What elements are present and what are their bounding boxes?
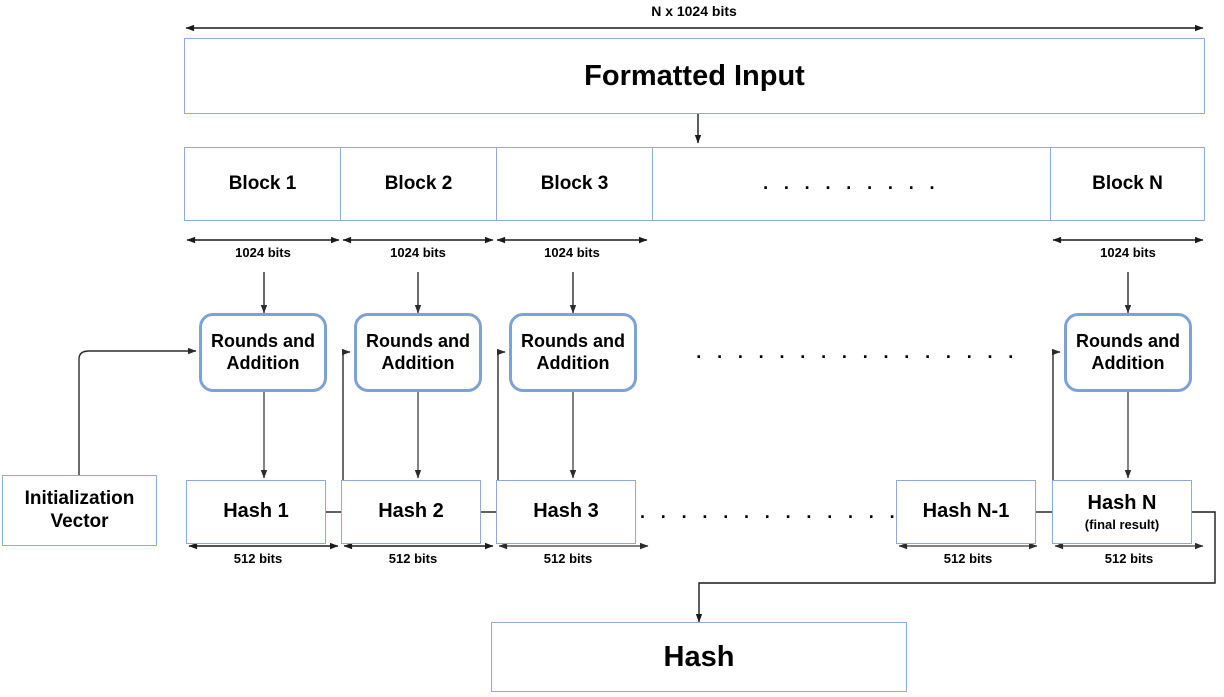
wire-block-to-rounds [260,272,1132,314]
hash-2-label: Hash 2 [378,500,444,523]
measure-label-block-3-bits: 1024 bits [544,245,600,260]
measure-label-hash-n-bits: 512 bits [1104,551,1154,566]
rounds-and-addition-label-1: Rounds and Addition [211,331,315,373]
hash-n-label: Hash N [1087,491,1157,514]
block-n-box: Block N [1050,147,1205,221]
diagram-canvas: N x 1024 bits Formatted Input Block 1 Bl… [0,0,1224,697]
initialization-vector-label: Initialization Vector [24,488,135,532]
block-1-box: Block 1 [184,147,341,221]
rounds-and-addition-label-3: Rounds and Addition [521,331,625,373]
hashes-ellipsis: . . . . . . . . . . . . . [640,502,895,522]
wire-rounds-to-hash [260,392,1132,479]
initialization-vector-box: Initialization Vector [2,475,157,546]
rounds-and-addition-label-2: Rounds and Addition [366,331,470,373]
hash-n-box: Hash N (final result) [1052,480,1192,544]
hash-n-minus-1-box: Hash N-1 [896,480,1036,544]
measure-label-hash-2-bits: 512 bits [388,551,438,566]
hash-3-box: Hash 3 [496,480,636,544]
block-ellipsis-label: . . . . . . . . . [763,173,940,194]
block-3-box: Block 3 [496,147,653,221]
wire-iv-to-rounds-1 [78,347,197,475]
rounds-and-addition-box-1: Rounds and Addition [199,313,327,392]
measure-label-hash-3-bits: 512 bits [543,551,593,566]
rounds-and-addition-box-n: Rounds and Addition [1064,313,1192,392]
hash-3-label: Hash 3 [533,500,599,523]
hashes-ellipsis-label: . . . . . . . . . . . . . [639,501,901,522]
measure-label-block-n-bits: 1024 bits [1100,245,1156,260]
rounds-and-addition-box-3: Rounds and Addition [509,313,637,392]
rounds-ellipsis-label: . . . . . . . . . . . . . . . . [696,341,1019,362]
hash-n-sublabel: (final result) [1084,517,1160,533]
measure-label-hash-n-minus-1-bits: 512 bits [943,551,993,566]
block-2-label: Block 2 [384,172,453,194]
block-1-label: Block 1 [228,172,297,194]
hash-1-label: Hash 1 [223,500,289,523]
measure-label-hash-1-bits: 512 bits [233,551,283,566]
rounds-and-addition-box-2: Rounds and Addition [354,313,482,392]
formatted-input-box: Formatted Input [184,38,1205,114]
hash-1-box: Hash 1 [186,480,326,544]
block-2-box: Block 2 [340,147,497,221]
block-ellipsis-box: . . . . . . . . . [652,147,1051,221]
measure-label-n-x-1024-bits: N x 1024 bits [651,3,737,19]
hash-n-minus-1-label: Hash N-1 [922,500,1010,523]
final-hash-label: Hash [663,640,735,673]
hash-2-box: Hash 2 [341,480,481,544]
rounds-ellipsis: . . . . . . . . . . . . . . . . [660,342,1055,362]
measure-label-block-1-bits: 1024 bits [235,245,291,260]
rounds-and-addition-label-n: Rounds and Addition [1076,331,1180,373]
block-3-label: Block 3 [540,172,609,194]
block-n-label: Block N [1092,172,1163,194]
formatted-input-label: Formatted Input [584,59,805,92]
measure-label-block-2-bits: 1024 bits [390,245,446,260]
final-hash-box: Hash [491,622,907,692]
